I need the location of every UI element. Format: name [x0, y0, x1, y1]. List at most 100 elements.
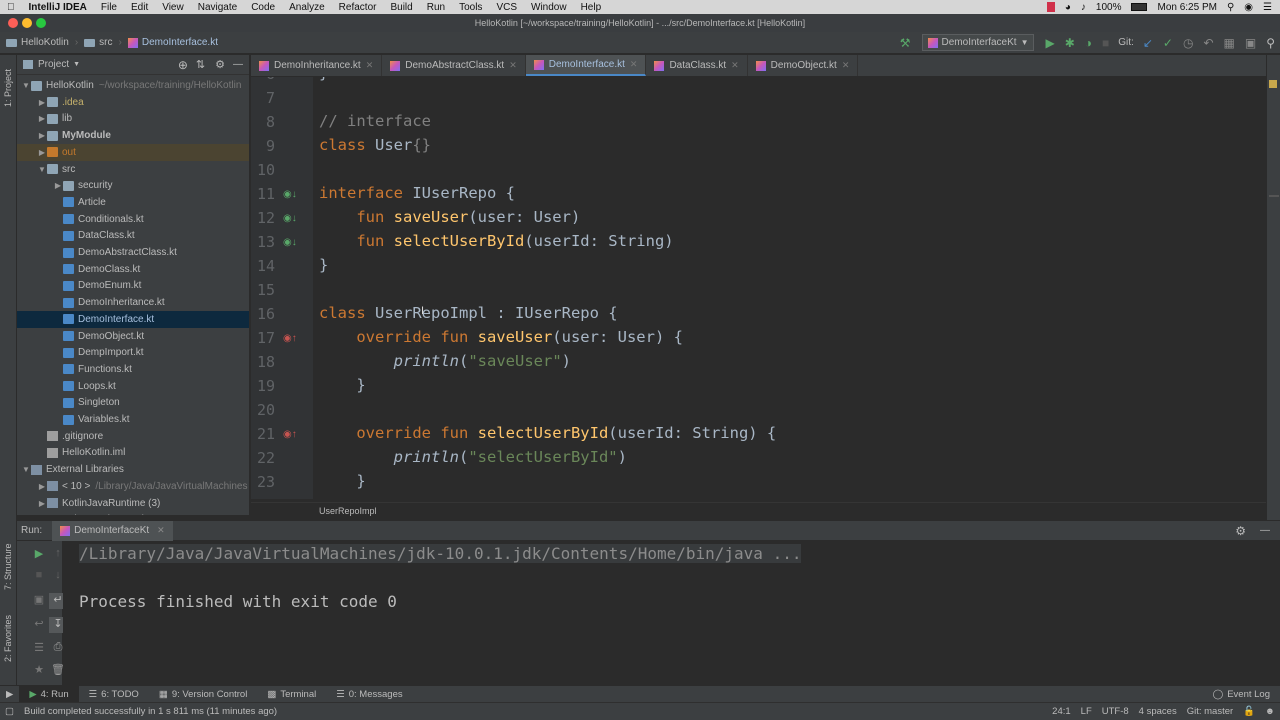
menu-file[interactable]: File — [94, 2, 124, 13]
project-view-selector[interactable]: Project — [38, 59, 69, 70]
search-everywhere-icon[interactable]: ⚲ — [1261, 36, 1280, 50]
bottom-tab-terminal[interactable]: ▩ Terminal — [257, 689, 326, 700]
hide-panel-icon[interactable]: — — [233, 59, 243, 70]
expand-right-icon[interactable]: ▶ — [53, 181, 63, 190]
close-icon[interactable]: ✕ — [630, 59, 638, 70]
line-separator[interactable]: LF — [1076, 706, 1097, 717]
close-icon[interactable]: ✕ — [509, 60, 517, 71]
notification-center-icon[interactable]: ☰ — [1263, 2, 1272, 13]
menu-view[interactable]: View — [155, 2, 191, 13]
expand-right-icon[interactable]: ▶ — [37, 499, 47, 508]
line-number[interactable]: 10 — [251, 161, 275, 179]
bottom-tab-todo[interactable]: ☰ 6: TODO — [79, 689, 149, 700]
line-number[interactable]: 13 — [251, 233, 275, 251]
breadcrumb-file[interactable]: DemoInterface.kt — [122, 37, 224, 48]
apple-icon[interactable]:  — [0, 2, 22, 13]
git-branch[interactable]: Git: master — [1182, 706, 1238, 717]
hide-panel-icon[interactable]: — — [1260, 525, 1270, 536]
record-icon[interactable] — [1046, 2, 1055, 12]
tree-item[interactable]: ▶ lib — [17, 110, 249, 127]
collapse-all-icon[interactable]: ⇅ — [196, 58, 205, 71]
tree-item[interactable]: DemoEnum.kt — [17, 277, 249, 294]
file-encoding[interactable]: UTF-8 — [1097, 706, 1134, 717]
editor-tab[interactable]: DemoInheritance.kt ✕ — [251, 55, 383, 76]
project-tool-tab[interactable]: 1: Project — [3, 69, 13, 107]
menu-tools[interactable]: Tools — [452, 2, 489, 13]
run-tab[interactable]: DemoInterfaceKt ✕ — [52, 520, 173, 541]
menu-code[interactable]: Code — [244, 2, 282, 13]
battery-label[interactable]: 100% — [1096, 2, 1122, 13]
tree-item[interactable]: HelloKotlin.iml — [17, 444, 249, 461]
inspector-icon[interactable]: ☻ — [1260, 706, 1280, 717]
menu-window[interactable]: Window — [524, 2, 574, 13]
close-icon[interactable]: ✕ — [366, 60, 374, 71]
editor-gutter[interactable]: 6 7 8 9 10 11 ◉↓ 12 ◉↓ 13 ◉↓ 14 15 16 17 ◉↑ 18 19 20 21 ◉↑ 22… — [251, 77, 313, 499]
camera-icon[interactable]: ▣ — [30, 593, 48, 609]
menu-run[interactable]: Run — [420, 2, 452, 13]
wifi-icon[interactable]: ◕ — [1065, 2, 1071, 13]
battery-icon[interactable] — [1131, 3, 1148, 11]
menu-help[interactable]: Help — [574, 2, 609, 13]
tree-item[interactable]: Singleton — [17, 394, 249, 411]
tree-item[interactable]: ▼ External Libraries — [17, 461, 249, 478]
line-number[interactable]: 6 — [251, 77, 275, 83]
editor-tab[interactable]: DataClass.kt ✕ — [646, 55, 748, 76]
menu-edit[interactable]: Edit — [124, 2, 155, 13]
tree-item[interactable]: DemoInheritance.kt — [17, 294, 249, 311]
line-number[interactable]: 11 — [251, 185, 275, 203]
project-structure-icon[interactable]: ▦ — [1219, 36, 1240, 50]
code-line[interactable]: } — [319, 376, 365, 394]
code-line[interactable]: println("saveUser") — [319, 352, 571, 370]
pin-icon[interactable]: ★ — [30, 663, 48, 679]
tree-item[interactable]: ▶ < 10 > /Library/Java/JavaVirtualMachines — [17, 478, 249, 495]
tree-item[interactable]: DempImport.kt — [17, 344, 249, 361]
editor-tab[interactable]: DemoObject.kt ✕ — [748, 55, 859, 76]
expand-right-icon[interactable]: ▶ — [37, 114, 47, 123]
locate-icon[interactable]: ⊕ — [178, 58, 188, 72]
status-panel-icon[interactable]: ▢ — [0, 706, 19, 717]
code-line[interactable]: class User{} — [319, 136, 431, 154]
tree-item[interactable]: ▶ KotlinJavaRuntime (3) — [17, 495, 249, 512]
minimize-window-button[interactable] — [22, 18, 32, 28]
tree-item[interactable]: Conditionals.kt — [17, 211, 249, 228]
code-line[interactable]: } — [319, 77, 328, 82]
implemented-marker-icon[interactable]: ◉↓ — [283, 237, 297, 248]
tree-item[interactable]: ▶ MyModule — [17, 127, 249, 144]
menu-vcs[interactable]: VCS — [489, 2, 524, 13]
run-console[interactable]: /Library/Java/JavaVirtualMachines/jdk-10… — [63, 541, 1280, 685]
breadcrumb-src[interactable]: src — [78, 37, 118, 48]
chevron-down-icon[interactable]: ▼ — [73, 61, 80, 68]
code-line[interactable]: override fun saveUser(user: User) { — [319, 328, 683, 346]
stop-icon[interactable]: ■ — [1097, 36, 1114, 50]
tree-item[interactable]: Article — [17, 194, 249, 211]
clock[interactable]: Mon 6:25 PM — [1157, 2, 1216, 13]
line-number[interactable]: 9 — [251, 137, 275, 155]
implemented-marker-icon[interactable]: ◉↓ — [283, 213, 297, 224]
menu-analyze[interactable]: Analyze — [282, 2, 332, 13]
expand-right-icon[interactable]: ▶ — [37, 98, 47, 107]
tree-item[interactable]: ▼ src — [17, 161, 249, 178]
tree-item[interactable]: ▶ out — [17, 143, 249, 161]
tree-item[interactable]: ▶ security — [17, 177, 249, 194]
line-number[interactable]: 18 — [251, 353, 275, 371]
tree-item[interactable]: Loops.kt — [17, 378, 249, 395]
structure-tool-tab[interactable]: 7: Structure — [3, 543, 13, 590]
stop-icon[interactable]: ■ — [30, 569, 48, 585]
build-hammer-icon[interactable]: ⚒ — [895, 36, 916, 50]
line-number[interactable]: 8 — [251, 113, 275, 131]
bottom-tab-run[interactable]: ▶ 4: Run — [19, 686, 79, 702]
line-number[interactable]: 7 — [251, 89, 275, 107]
line-number[interactable]: 21 — [251, 425, 275, 443]
expand-down-icon[interactable]: ▼ — [37, 165, 47, 174]
close-icon[interactable]: ✕ — [157, 525, 165, 536]
exit-icon[interactable]: ↩ — [30, 617, 48, 633]
tree-item[interactable]: DemoAbstractClass.kt — [17, 244, 249, 261]
close-icon[interactable]: ✕ — [731, 60, 739, 71]
tree-item[interactable]: DemoObject.kt — [17, 328, 249, 345]
expand-right-icon[interactable]: ▶ — [37, 131, 47, 140]
code-line[interactable]: fun saveUser(user: User) — [319, 208, 580, 226]
menu-build[interactable]: Build — [383, 2, 419, 13]
menu-navigate[interactable]: Navigate — [191, 2, 244, 13]
expand-right-icon[interactable]: ▶ — [37, 482, 47, 491]
code-line[interactable]: } — [319, 256, 328, 274]
